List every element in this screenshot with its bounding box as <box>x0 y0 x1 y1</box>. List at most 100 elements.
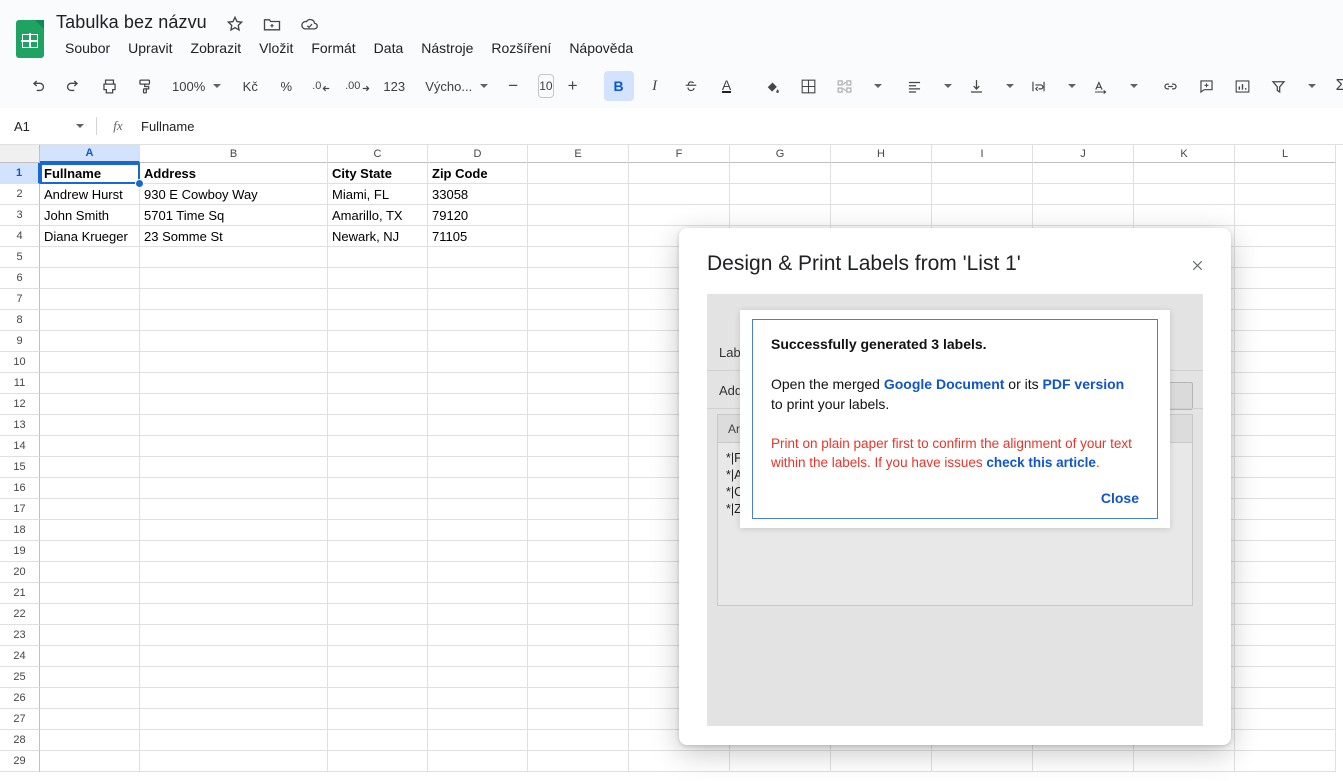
cell-L16[interactable] <box>1235 478 1336 499</box>
cell-C3[interactable]: Amarillo, TX <box>328 205 428 226</box>
cell-B18[interactable] <box>140 520 328 541</box>
row-header-18[interactable]: 18 <box>0 520 40 541</box>
cell-E9[interactable] <box>528 331 629 352</box>
cell-E29[interactable] <box>528 751 629 772</box>
cell-E13[interactable] <box>528 415 629 436</box>
text-color-button[interactable]: A <box>712 71 742 101</box>
cell-B16[interactable] <box>140 478 328 499</box>
filter-icon[interactable] <box>1264 71 1294 101</box>
cell-F1[interactable] <box>629 163 730 184</box>
star-icon[interactable] <box>225 14 245 34</box>
row-header-21[interactable]: 21 <box>0 583 40 604</box>
cell-L11[interactable] <box>1235 373 1336 394</box>
cell-C17[interactable] <box>328 499 428 520</box>
menu-item-6[interactable]: Nástroje <box>412 38 482 58</box>
cell-A15[interactable] <box>40 457 140 478</box>
cell-I29[interactable] <box>932 751 1033 772</box>
cell-L17[interactable] <box>1235 499 1336 520</box>
cell-I2[interactable] <box>932 184 1033 205</box>
cell-A12[interactable] <box>40 394 140 415</box>
column-header-E[interactable]: E <box>528 145 629 163</box>
cell-E4[interactable] <box>528 226 629 247</box>
cell-D8[interactable] <box>428 310 528 331</box>
link-icon[interactable] <box>1156 71 1186 101</box>
cell-A14[interactable] <box>40 436 140 457</box>
column-header-K[interactable]: K <box>1134 145 1235 163</box>
cell-A24[interactable] <box>40 646 140 667</box>
cell-E5[interactable] <box>528 247 629 268</box>
cell-B5[interactable] <box>140 247 328 268</box>
cell-A2[interactable]: Andrew Hurst <box>40 184 140 205</box>
cell-A13[interactable] <box>40 415 140 436</box>
cell-L29[interactable] <box>1235 751 1336 772</box>
row-header-24[interactable]: 24 <box>0 646 40 667</box>
document-title[interactable]: Tabulka bez názvu <box>56 12 207 33</box>
cell-A5[interactable] <box>40 247 140 268</box>
column-header-C[interactable]: C <box>328 145 428 163</box>
strikethrough-button[interactable] <box>676 71 706 101</box>
cell-G1[interactable] <box>730 163 831 184</box>
italic-button[interactable]: I <box>640 71 670 101</box>
align-left-icon[interactable] <box>900 71 930 101</box>
cell-D21[interactable] <box>428 583 528 604</box>
cell-L2[interactable] <box>1235 184 1336 205</box>
chevron-down-icon[interactable] <box>1307 84 1316 88</box>
paint-format-icon[interactable] <box>130 71 160 101</box>
cell-D15[interactable] <box>428 457 528 478</box>
cell-H2[interactable] <box>831 184 932 205</box>
increase-decimal-button[interactable]: .00 <box>343 71 373 101</box>
cell-L26[interactable] <box>1235 688 1336 709</box>
move-to-folder-icon[interactable] <box>262 14 282 34</box>
cell-L8[interactable] <box>1235 310 1336 331</box>
cell-C2[interactable]: Miami, FL <box>328 184 428 205</box>
cell-I1[interactable] <box>932 163 1033 184</box>
cell-C16[interactable] <box>328 478 428 499</box>
cell-H3[interactable] <box>831 205 932 226</box>
cell-L22[interactable] <box>1235 604 1336 625</box>
cell-K1[interactable] <box>1134 163 1235 184</box>
cell-D23[interactable] <box>428 625 528 646</box>
cell-E12[interactable] <box>528 394 629 415</box>
cell-L15[interactable] <box>1235 457 1336 478</box>
cell-H1[interactable] <box>831 163 932 184</box>
cell-A25[interactable] <box>40 667 140 688</box>
cell-D11[interactable] <box>428 373 528 394</box>
cell-D4[interactable]: 71105 <box>428 226 528 247</box>
cell-B11[interactable] <box>140 373 328 394</box>
cell-C24[interactable] <box>328 646 428 667</box>
cell-J1[interactable] <box>1033 163 1134 184</box>
cell-G3[interactable] <box>730 205 831 226</box>
row-header-28[interactable]: 28 <box>0 730 40 751</box>
cell-K29[interactable] <box>1134 751 1235 772</box>
cell-A18[interactable] <box>40 520 140 541</box>
cell-L27[interactable] <box>1235 709 1336 730</box>
decrease-font-size-button[interactable]: − <box>498 71 528 101</box>
row-header-8[interactable]: 8 <box>0 310 40 331</box>
cell-L9[interactable] <box>1235 331 1336 352</box>
cell-B20[interactable] <box>140 562 328 583</box>
cell-E14[interactable] <box>528 436 629 457</box>
cloud-saved-icon[interactable] <box>299 14 319 34</box>
menu-item-8[interactable]: Nápověda <box>560 38 642 58</box>
cell-C29[interactable] <box>328 751 428 772</box>
cell-D26[interactable] <box>428 688 528 709</box>
cell-C10[interactable] <box>328 352 428 373</box>
cell-B2[interactable]: 930 E Cowboy Way <box>140 184 328 205</box>
cell-L1[interactable] <box>1235 163 1336 184</box>
cell-D6[interactable] <box>428 268 528 289</box>
cell-B15[interactable] <box>140 457 328 478</box>
cell-B13[interactable] <box>140 415 328 436</box>
cell-D13[interactable] <box>428 415 528 436</box>
cell-L18[interactable] <box>1235 520 1336 541</box>
cell-L19[interactable] <box>1235 541 1336 562</box>
percent-format-button[interactable]: % <box>271 71 301 101</box>
cell-D1[interactable]: Zip Code <box>428 163 528 184</box>
cell-L5[interactable] <box>1235 247 1336 268</box>
text-wrap-icon[interactable] <box>1024 71 1054 101</box>
cell-C21[interactable] <box>328 583 428 604</box>
cell-C15[interactable] <box>328 457 428 478</box>
cell-E25[interactable] <box>528 667 629 688</box>
column-header-A[interactable]: A <box>40 145 140 163</box>
cell-K2[interactable] <box>1134 184 1235 205</box>
row-header-25[interactable]: 25 <box>0 667 40 688</box>
